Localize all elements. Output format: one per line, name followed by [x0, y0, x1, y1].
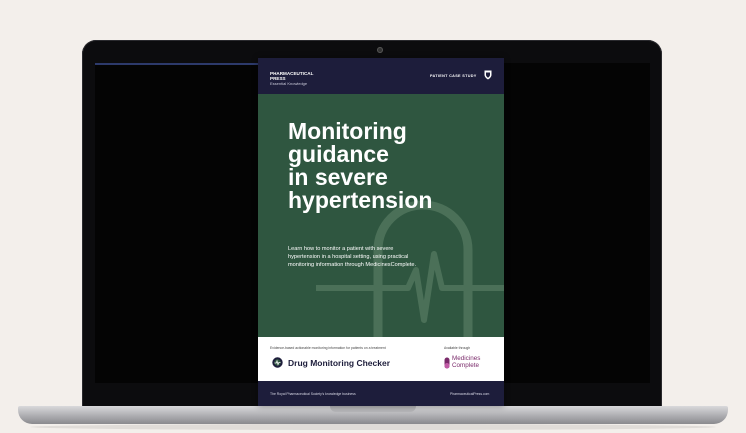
laptop-base-notch [330, 406, 416, 412]
bottom-left-text: The Royal Pharmaceutical Society's knowl… [270, 392, 356, 396]
brochure-cover: PHARMACEUTICAL PRESS Essential Knowledge… [258, 58, 504, 406]
available-through-label: Available through [444, 346, 471, 350]
cover-title: Monitoring guidance in severe hypertensi… [288, 120, 498, 212]
title-line: hypertension [288, 187, 433, 213]
laptop-shadow [30, 424, 716, 430]
bottom-right-url: PharmaceuticalPress.com [450, 392, 490, 396]
footer-caption: Evidence-based actionable monitoring inf… [270, 346, 386, 350]
case-study-label: PATIENT CASE STUDY [430, 74, 477, 78]
cover-description: Learn how to monitor a patient with seve… [288, 246, 417, 268]
camera-icon [377, 47, 383, 53]
crest-icon [484, 70, 492, 80]
product-name: Drug Monitoring Checker [288, 358, 391, 368]
publisher-tagline: Essential Knowledge [270, 81, 308, 86]
logo-line: Complete [452, 361, 479, 369]
title-line: Monitoring [288, 118, 407, 144]
medicines-complete-logo: Medicines Complete [452, 355, 480, 369]
drug-monitoring-icon [272, 357, 283, 368]
publisher-name: PHARMACEUTICAL PRESS [270, 71, 314, 81]
medicines-complete-icon [444, 357, 450, 369]
title-line: guidance [288, 141, 389, 167]
screen-accent-line [95, 63, 258, 65]
title-line: in severe [288, 164, 388, 190]
